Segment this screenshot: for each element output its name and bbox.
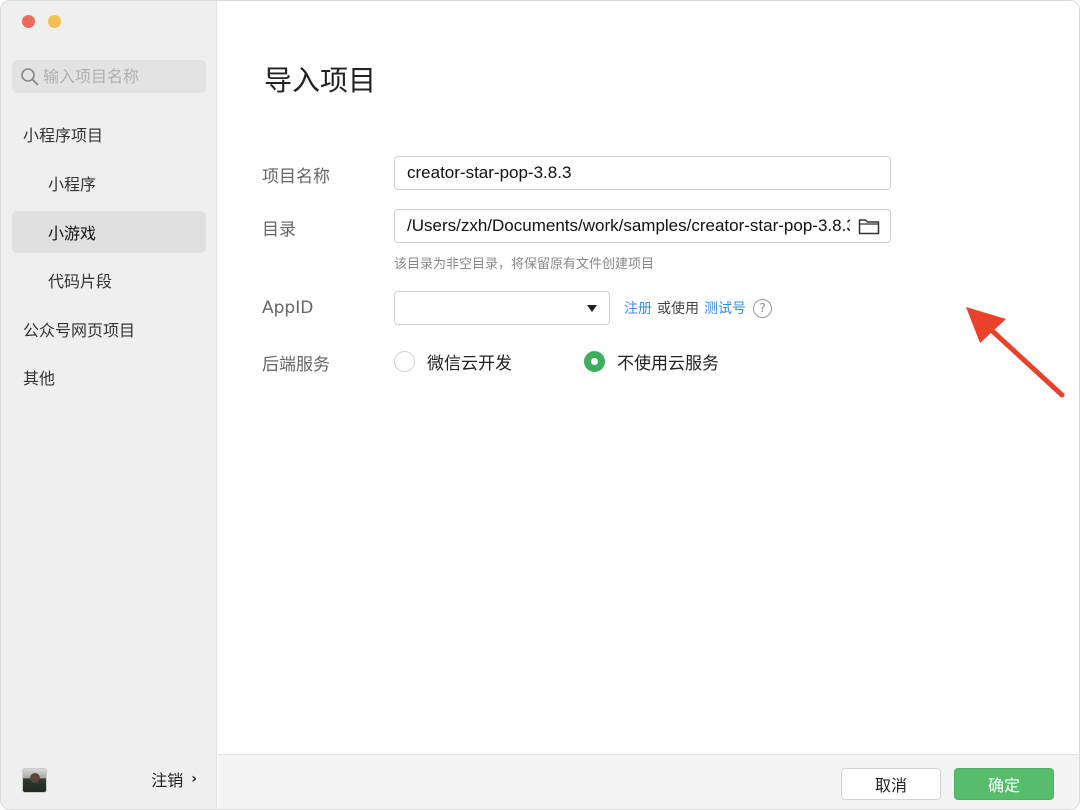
- search-input[interactable]: [43, 67, 193, 86]
- sidebar-item-miniprogram-project[interactable]: 小程序项目: [12, 113, 206, 155]
- footer-bar: 取消 确定: [218, 754, 1079, 809]
- annotation-arrow-icon: [966, 307, 1065, 398]
- avatar[interactable]: [22, 768, 47, 793]
- radio-label: 微信云开发: [427, 354, 512, 374]
- sidebar-item-label: 小程序: [48, 175, 97, 194]
- sidebar-item-label: 代码片段: [48, 272, 113, 291]
- search-icon: [21, 67, 39, 85]
- sidebar-item-other[interactable]: 其他: [12, 356, 206, 398]
- or-use-text: 或使用: [657, 301, 699, 317]
- sidebar-item-official-account-web[interactable]: 公众号网页项目: [12, 308, 206, 350]
- logout-label: 注销: [151, 771, 184, 790]
- sidebar-item-label: 小程序项目: [23, 126, 104, 145]
- confirm-button[interactable]: 确定: [954, 768, 1054, 800]
- cancel-button[interactable]: 取消: [841, 768, 941, 800]
- sidebar-footer: 注销 ›: [1, 753, 217, 809]
- backend-service-label: 后端服务: [262, 355, 330, 375]
- dropdown-caret-icon: [587, 305, 597, 312]
- directory-label: 目录: [262, 220, 296, 240]
- register-link[interactable]: 注册: [624, 298, 652, 318]
- appid-select[interactable]: [394, 291, 610, 325]
- directory-hint: 该目录为非空目录，将保留原有文件创建项目: [394, 257, 655, 272]
- appid-links: 注册 或使用 测试号 ?: [624, 298, 772, 318]
- sidebar-item-minigame[interactable]: 小游戏: [12, 211, 206, 253]
- search-box[interactable]: [12, 60, 206, 93]
- project-name-label: 项目名称: [262, 167, 330, 187]
- main-panel: 导入项目 项目名称 目录 该目录为非空目录，将保留原有文件创建项目 AppID …: [218, 1, 1079, 809]
- radio-wechat-cloud[interactable]: 微信云开发: [394, 349, 512, 374]
- sidebar-item-label: 小游戏: [48, 224, 97, 243]
- radio-button-checked[interactable]: [584, 351, 605, 372]
- minimize-window-button[interactable]: [48, 15, 61, 28]
- sidebar: 小程序项目 小程序 小游戏 代码片段 公众号网页项目 其他 注销 ›: [1, 1, 217, 809]
- page-title: 导入项目: [264, 64, 377, 97]
- directory-input[interactable]: [394, 209, 891, 243]
- appid-label: AppID: [262, 298, 314, 318]
- help-icon[interactable]: ?: [753, 298, 772, 318]
- radio-no-cloud[interactable]: 不使用云服务: [584, 349, 719, 374]
- sidebar-item-label: 其他: [23, 369, 56, 388]
- close-window-button[interactable]: [22, 15, 35, 28]
- import-project-window: 小程序项目 小程序 小游戏 代码片段 公众号网页项目 其他 注销 › 导入: [0, 0, 1080, 810]
- chevron-right-icon: ›: [191, 771, 197, 787]
- sidebar-item-miniprogram[interactable]: 小程序: [12, 162, 206, 204]
- radio-button[interactable]: [394, 351, 415, 372]
- radio-label: 不使用云服务: [617, 354, 719, 374]
- folder-icon[interactable]: [858, 217, 880, 235]
- sidebar-item-code-snippet[interactable]: 代码片段: [12, 259, 206, 301]
- project-name-input[interactable]: [394, 156, 891, 190]
- logout-button[interactable]: 注销 ›: [151, 767, 197, 791]
- avatar-image: [30, 773, 40, 783]
- sidebar-item-label: 公众号网页项目: [23, 321, 136, 340]
- test-account-link[interactable]: 测试号: [704, 298, 746, 318]
